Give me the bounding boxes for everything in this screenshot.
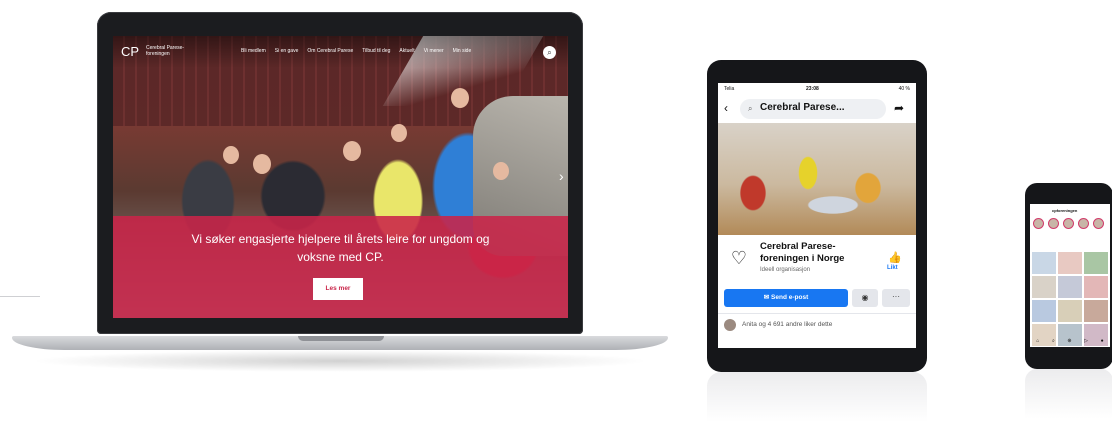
main-nav: Bli medlem Si en gave Om Cerebral Parese… <box>241 48 471 54</box>
liker-avatar <box>724 319 736 331</box>
phone-reflection <box>1025 369 1112 419</box>
battery-label: 40 % <box>898 86 910 92</box>
nav-item-tilbud[interactable]: Tilbud til deg <box>362 48 390 54</box>
profile-username: cpforeningen <box>1052 208 1078 213</box>
page-category: Ideell organisasjon <box>760 267 811 273</box>
post-thumbnail[interactable] <box>1084 276 1108 298</box>
laptop-shadow <box>30 350 650 372</box>
story-highlight[interactable] <box>1078 218 1089 229</box>
post-thumbnail[interactable] <box>1084 300 1108 322</box>
story-highlight[interactable] <box>1033 218 1044 229</box>
post-thumbnail[interactable] <box>1058 300 1082 322</box>
post-thumbnail[interactable] <box>1032 276 1056 298</box>
nav-item-bli-medlem[interactable]: Bli medlem <box>241 48 266 54</box>
laptop-screen: CP Cerebral Parese-foreningen Bli medlem… <box>113 36 568 318</box>
bottom-nav: ⌂ ⌕ ⊕ ▷ ● <box>1030 338 1110 347</box>
search-icon: ⌕ <box>748 104 753 113</box>
back-arrow-icon[interactable]: ‹ <box>724 101 728 115</box>
person-head <box>253 154 271 174</box>
person-head <box>391 124 407 142</box>
more-button[interactable]: ··· <box>882 289 910 307</box>
tablet-reflection <box>707 372 927 422</box>
send-email-label: Send e-post <box>771 294 809 301</box>
decorative-line <box>0 296 40 297</box>
post-thumbnail[interactable] <box>1058 276 1082 298</box>
divider <box>718 313 916 314</box>
status-bar: Telia 23:08 40 % <box>718 83 916 95</box>
hero-banner-text: Vi søker engasjerte hjelpere til årets l… <box>191 232 490 264</box>
search-icon[interactable]: ⌕ <box>543 46 556 59</box>
home-icon[interactable]: ⌂ <box>1036 338 1039 347</box>
story-highlight[interactable] <box>1048 218 1059 229</box>
story-highlight[interactable] <box>1093 218 1104 229</box>
thumbs-up-icon[interactable]: 👍 <box>888 251 902 264</box>
status-time: 23:08 <box>806 86 819 92</box>
search-query[interactable]: Cerebral Parese... <box>760 102 845 113</box>
story-highlight[interactable] <box>1063 218 1074 229</box>
likes-summary[interactable]: Anita og 4 691 andre liker dette <box>742 321 832 328</box>
nav-item-min-side[interactable]: Min side <box>453 48 472 54</box>
person-head <box>451 88 469 108</box>
page-name[interactable]: Cerebral Parese-foreningen i Norge <box>760 241 880 265</box>
post-thumbnail[interactable] <box>1058 252 1082 274</box>
person-head <box>493 162 509 180</box>
cp-logo-icon[interactable]: CP <box>121 45 143 59</box>
send-email-button[interactable]: ✉ Send e-post <box>724 289 848 307</box>
person-head <box>343 141 361 161</box>
page-avatar[interactable]: ♡ <box>724 243 754 273</box>
profile-icon[interactable]: ● <box>1101 338 1104 347</box>
post-thumbnail[interactable] <box>1084 252 1108 274</box>
laptop-notch <box>298 336 384 341</box>
like-label[interactable]: Likt <box>887 265 898 271</box>
read-more-button[interactable]: Les mer <box>313 278 363 300</box>
nav-item-si-en-gave[interactable]: Si en gave <box>275 48 299 54</box>
messenger-button[interactable]: ◉ <box>852 289 878 307</box>
reels-icon[interactable]: ▷ <box>1084 338 1088 347</box>
phone-screen: cpforeningen ⌂ ⌕ ⊕ ▷ ● <box>1030 204 1110 347</box>
cover-photo[interactable] <box>718 123 916 235</box>
carrier-label: Telia <box>724 86 735 92</box>
share-icon[interactable]: ➦ <box>894 101 904 115</box>
post-thumbnail[interactable] <box>1032 252 1056 274</box>
nav-item-om-cp[interactable]: Om Cerebral Parese <box>307 48 353 54</box>
logo-text[interactable]: Cerebral Parese-foreningen <box>146 45 206 57</box>
person-head <box>223 146 239 164</box>
add-post-icon[interactable]: ⊕ <box>1067 338 1071 347</box>
story-highlights <box>1033 218 1104 229</box>
tablet-screen: Telia 23:08 40 % ‹ ⌕ Cerebral Parese... … <box>718 83 916 348</box>
chevron-right-icon[interactable]: › <box>559 168 564 184</box>
search-icon[interactable]: ⌕ <box>1052 338 1055 347</box>
post-grid <box>1032 252 1108 347</box>
post-thumbnail[interactable] <box>1032 300 1056 322</box>
nav-item-vi-mener[interactable]: Vi mener <box>424 48 444 54</box>
nav-item-aktuelt[interactable]: Aktuelt <box>399 48 414 54</box>
